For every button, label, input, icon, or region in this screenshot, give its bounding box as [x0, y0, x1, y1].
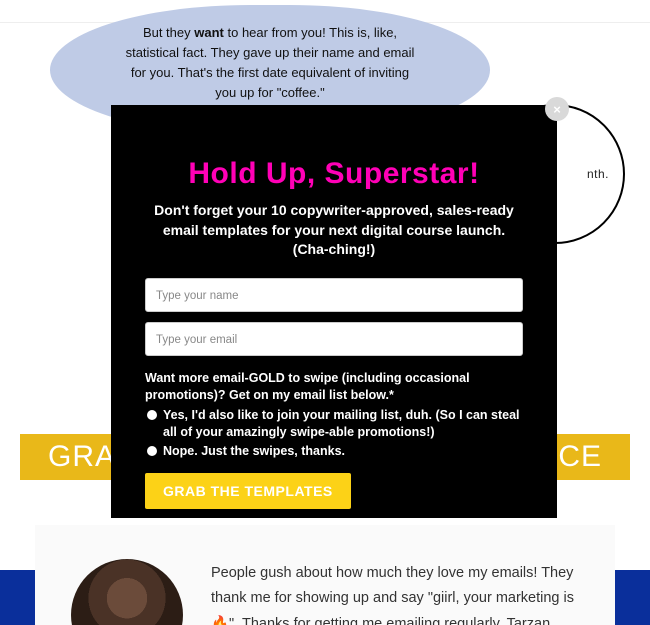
hero-speech-text: But they want to hear from you! This is,… [126, 23, 415, 104]
outline-circle-text: nth. [587, 167, 609, 181]
email-input[interactable] [145, 322, 523, 356]
grab-templates-button[interactable]: GRAB THE TEMPLATES [145, 473, 351, 509]
radio-yes-label: Yes, I'd also like to join your mailing … [163, 407, 523, 441]
page-root: But they want to hear from you! This is,… [0, 0, 650, 625]
close-button[interactable]: × [545, 97, 569, 121]
avatar [71, 559, 183, 625]
testimonial-l1: People gush about how much they love my … [211, 565, 573, 581]
testimonial-card: People gush about how much they love my … [35, 525, 615, 625]
blob-l3: for you. That's the first date equivalen… [131, 65, 409, 80]
radio-icon [147, 446, 157, 456]
modal-subtitle: Don't forget your 10 copywriter-approved… [145, 201, 523, 260]
blob-l1-pre: But they [143, 25, 194, 40]
name-input[interactable] [145, 278, 523, 312]
blob-l2: statistical fact. They gave up their nam… [126, 45, 415, 60]
testimonial-l3: 🔥". Thanks for getting me emailing regul… [211, 616, 554, 625]
testimonial-text: People gush about how much they love my … [211, 553, 574, 625]
blob-l1-bold: want [194, 25, 224, 40]
cta-label: GRAB THE TEMPLATES [163, 483, 333, 499]
modal-title: Hold Up, Superstar! [145, 157, 523, 191]
blob-l1-post: to hear from you! This is, like, [224, 25, 397, 40]
radio-option-no[interactable]: Nope. Just the swipes, thanks. [145, 443, 523, 460]
close-icon: × [553, 102, 561, 117]
radio-icon [147, 410, 157, 420]
blob-l4: you up for "coffee." [215, 85, 324, 100]
popup-modal: × Hold Up, Superstar! Don't forget your … [111, 105, 557, 518]
radio-question: Want more email-GOLD to swipe (including… [145, 370, 523, 405]
radio-option-yes[interactable]: Yes, I'd also like to join your mailing … [145, 407, 523, 441]
radio-no-label: Nope. Just the swipes, thanks. [163, 443, 345, 460]
testimonial-l2: thank me for showing up and say "giirl, … [211, 590, 574, 606]
